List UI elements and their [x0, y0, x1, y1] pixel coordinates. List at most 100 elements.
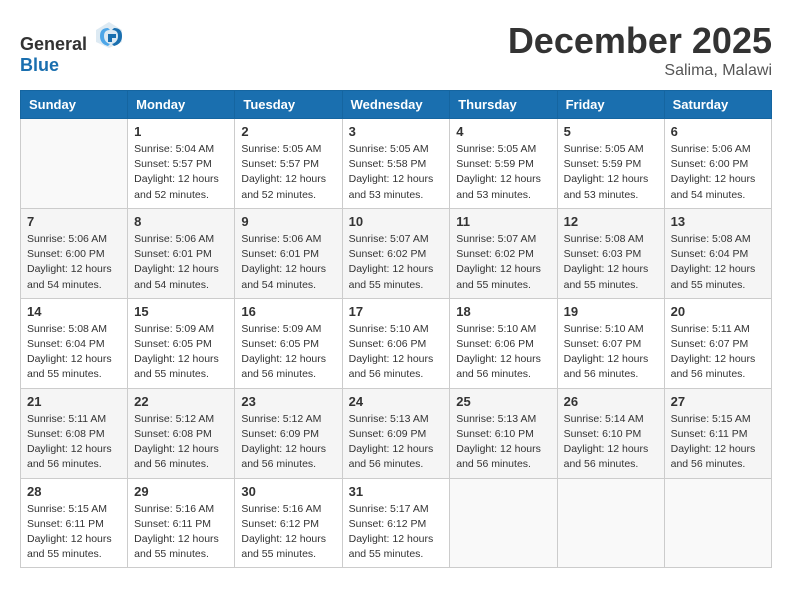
calendar-cell: [450, 478, 557, 568]
day-info: Sunrise: 5:06 AM Sunset: 6:01 PM Dayligh…: [241, 232, 335, 293]
day-number: 2: [241, 124, 335, 139]
day-info: Sunrise: 5:15 AM Sunset: 6:11 PM Dayligh…: [671, 412, 765, 473]
calendar-week-row: 14 Sunrise: 5:08 AM Sunset: 6:04 PM Dayli…: [21, 298, 772, 388]
column-header-wednesday: Wednesday: [342, 91, 450, 119]
calendar-cell: 1 Sunrise: 5:04 AM Sunset: 5:57 PM Daylig…: [128, 119, 235, 209]
day-number: 19: [564, 304, 658, 319]
calendar-cell: 17 Sunrise: 5:10 AM Sunset: 6:06 PM Dayli…: [342, 298, 450, 388]
day-info: Sunrise: 5:06 AM Sunset: 6:00 PM Dayligh…: [27, 232, 121, 293]
day-number: 23: [241, 394, 335, 409]
day-info: Sunrise: 5:05 AM Sunset: 5:58 PM Dayligh…: [349, 142, 444, 203]
day-number: 7: [27, 214, 121, 229]
day-number: 15: [134, 304, 228, 319]
day-number: 13: [671, 214, 765, 229]
calendar-cell: 20Sunrise: 5:11 AM Sunset: 6:07 PM Dayli…: [664, 298, 771, 388]
calendar-week-row: 1 Sunrise: 5:04 AM Sunset: 5:57 PM Daylig…: [21, 119, 772, 209]
calendar-cell: [21, 119, 128, 209]
day-info: Sunrise: 5:06 AM Sunset: 6:01 PM Dayligh…: [134, 232, 228, 293]
day-number: 25: [456, 394, 550, 409]
day-info: Sunrise: 5:07 AM Sunset: 6:02 PM Dayligh…: [349, 232, 444, 293]
calendar-week-row: 7 Sunrise: 5:06 AM Sunset: 6:00 PM Daylig…: [21, 208, 772, 298]
calendar-cell: 21 Sunrise: 5:11 AM Sunset: 6:08 PM Dayli…: [21, 388, 128, 478]
calendar-cell: 9 Sunrise: 5:06 AM Sunset: 6:01 PM Daylig…: [235, 208, 342, 298]
day-number: 11: [456, 214, 550, 229]
calendar-header-row: SundayMondayTuesdayWednesdayThursdayFrid…: [21, 91, 772, 119]
day-info: Sunrise: 5:08 AM Sunset: 6:03 PM Dayligh…: [564, 232, 658, 293]
calendar-cell: 11 Sunrise: 5:07 AM Sunset: 6:02 PM Dayli…: [450, 208, 557, 298]
day-number: 24: [349, 394, 444, 409]
day-number: 17: [349, 304, 444, 319]
day-number: 9: [241, 214, 335, 229]
day-info: Sunrise: 5:16 AM Sunset: 6:12 PM Dayligh…: [241, 502, 335, 563]
column-header-monday: Monday: [128, 91, 235, 119]
day-info: Sunrise: 5:12 AM Sunset: 6:09 PM Dayligh…: [241, 412, 335, 473]
column-header-tuesday: Tuesday: [235, 91, 342, 119]
day-info: Sunrise: 5:16 AM Sunset: 6:11 PM Dayligh…: [134, 502, 228, 563]
column-header-saturday: Saturday: [664, 91, 771, 119]
logo-general: General: [20, 34, 87, 54]
day-number: 29: [134, 484, 228, 499]
day-number: 14: [27, 304, 121, 319]
calendar-cell: 3 Sunrise: 5:05 AM Sunset: 5:58 PM Daylig…: [342, 119, 450, 209]
month-title: December 2025: [508, 20, 772, 62]
day-info: Sunrise: 5:09 AM Sunset: 6:05 PM Dayligh…: [241, 322, 335, 383]
day-number: 18: [456, 304, 550, 319]
day-info: Sunrise: 5:15 AM Sunset: 6:11 PM Dayligh…: [27, 502, 121, 563]
calendar-cell: 19 Sunrise: 5:10 AM Sunset: 6:07 PM Dayli…: [557, 298, 664, 388]
calendar-cell: 8 Sunrise: 5:06 AM Sunset: 6:01 PM Daylig…: [128, 208, 235, 298]
day-info: Sunrise: 5:07 AM Sunset: 6:02 PM Dayligh…: [456, 232, 550, 293]
calendar-cell: 14 Sunrise: 5:08 AM Sunset: 6:04 PM Dayli…: [21, 298, 128, 388]
day-info: Sunrise: 5:13 AM Sunset: 6:10 PM Dayligh…: [456, 412, 550, 473]
day-number: 12: [564, 214, 658, 229]
calendar-cell: [664, 478, 771, 568]
day-number: 3: [349, 124, 444, 139]
column-header-friday: Friday: [557, 91, 664, 119]
day-info: Sunrise: 5:10 AM Sunset: 6:06 PM Dayligh…: [456, 322, 550, 383]
calendar-cell: 12 Sunrise: 5:08 AM Sunset: 6:03 PM Dayli…: [557, 208, 664, 298]
day-info: Sunrise: 5:12 AM Sunset: 6:08 PM Dayligh…: [134, 412, 228, 473]
calendar-cell: 15 Sunrise: 5:09 AM Sunset: 6:05 PM Dayli…: [128, 298, 235, 388]
calendar-table: SundayMondayTuesdayWednesdayThursdayFrid…: [20, 90, 772, 568]
calendar-cell: 13Sunrise: 5:08 AM Sunset: 6:04 PM Dayli…: [664, 208, 771, 298]
day-info: Sunrise: 5:13 AM Sunset: 6:09 PM Dayligh…: [349, 412, 444, 473]
calendar-cell: 7 Sunrise: 5:06 AM Sunset: 6:00 PM Daylig…: [21, 208, 128, 298]
day-info: Sunrise: 5:14 AM Sunset: 6:10 PM Dayligh…: [564, 412, 658, 473]
day-number: 4: [456, 124, 550, 139]
day-number: 27: [671, 394, 765, 409]
day-info: Sunrise: 5:11 AM Sunset: 6:07 PM Dayligh…: [671, 322, 765, 383]
logo: General Blue: [20, 20, 124, 76]
day-number: 16: [241, 304, 335, 319]
calendar-cell: 16 Sunrise: 5:09 AM Sunset: 6:05 PM Dayli…: [235, 298, 342, 388]
day-info: Sunrise: 5:09 AM Sunset: 6:05 PM Dayligh…: [134, 322, 228, 383]
day-info: Sunrise: 5:04 AM Sunset: 5:57 PM Dayligh…: [134, 142, 228, 203]
calendar-cell: 18 Sunrise: 5:10 AM Sunset: 6:06 PM Dayli…: [450, 298, 557, 388]
day-info: Sunrise: 5:10 AM Sunset: 6:06 PM Dayligh…: [349, 322, 444, 383]
day-number: 8: [134, 214, 228, 229]
calendar-cell: 22Sunrise: 5:12 AM Sunset: 6:08 PM Dayli…: [128, 388, 235, 478]
calendar-cell: 2 Sunrise: 5:05 AM Sunset: 5:57 PM Daylig…: [235, 119, 342, 209]
day-number: 1: [134, 124, 228, 139]
calendar-cell: 23 Sunrise: 5:12 AM Sunset: 6:09 PM Dayli…: [235, 388, 342, 478]
day-number: 21: [27, 394, 121, 409]
calendar-cell: 24 Sunrise: 5:13 AM Sunset: 6:09 PM Dayli…: [342, 388, 450, 478]
calendar-cell: 10 Sunrise: 5:07 AM Sunset: 6:02 PM Dayli…: [342, 208, 450, 298]
day-info: Sunrise: 5:17 AM Sunset: 6:12 PM Dayligh…: [349, 502, 444, 563]
logo-icon: [94, 20, 124, 50]
day-info: Sunrise: 5:11 AM Sunset: 6:08 PM Dayligh…: [27, 412, 121, 473]
calendar-cell: 28 Sunrise: 5:15 AM Sunset: 6:11 PM Dayli…: [21, 478, 128, 568]
day-info: Sunrise: 5:05 AM Sunset: 5:59 PM Dayligh…: [456, 142, 550, 203]
calendar-cell: 6Sunrise: 5:06 AM Sunset: 6:00 PM Daylig…: [664, 119, 771, 209]
day-number: 30: [241, 484, 335, 499]
day-number: 28: [27, 484, 121, 499]
column-header-sunday: Sunday: [21, 91, 128, 119]
calendar-cell: 4 Sunrise: 5:05 AM Sunset: 5:59 PM Daylig…: [450, 119, 557, 209]
day-info: Sunrise: 5:10 AM Sunset: 6:07 PM Dayligh…: [564, 322, 658, 383]
day-info: Sunrise: 5:05 AM Sunset: 5:57 PM Dayligh…: [241, 142, 335, 203]
logo-text: General Blue: [20, 20, 124, 76]
calendar-cell: 26Sunrise: 5:14 AM Sunset: 6:10 PM Dayli…: [557, 388, 664, 478]
day-info: Sunrise: 5:08 AM Sunset: 6:04 PM Dayligh…: [27, 322, 121, 383]
location-title: Salima, Malawi: [508, 62, 772, 80]
day-info: Sunrise: 5:05 AM Sunset: 5:59 PM Dayligh…: [564, 142, 658, 203]
day-number: 10: [349, 214, 444, 229]
calendar-cell: 31Sunrise: 5:17 AM Sunset: 6:12 PM Dayli…: [342, 478, 450, 568]
